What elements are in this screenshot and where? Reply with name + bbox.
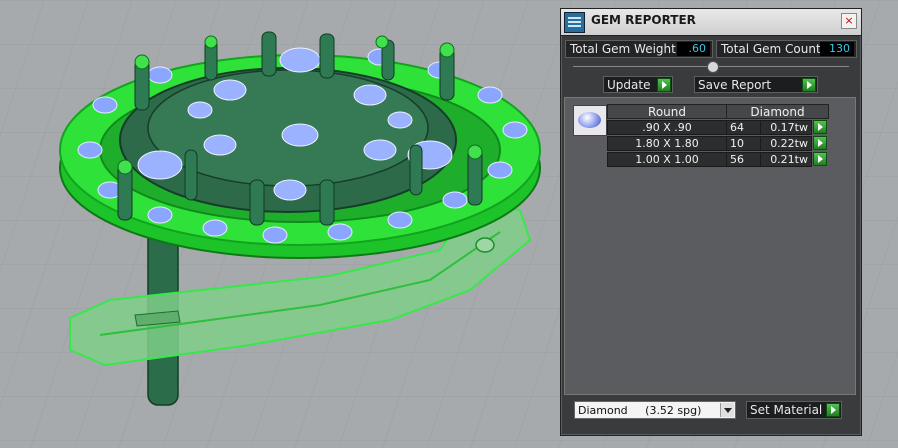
column-header-cut: Round <box>607 104 727 119</box>
row-select-button[interactable] <box>813 152 827 166</box>
total-gem-weight-value: .60 <box>677 42 710 56</box>
gem-reporter-panel: GEM REPORTER × Total Gem Weight .60 Tota… <box>560 8 862 436</box>
row-size: 1.00 X 1.00 <box>607 152 727 167</box>
round-gem-icon[interactable] <box>573 105 607 136</box>
row-size: .90 X .90 <box>607 120 727 135</box>
row-count: 56 <box>726 152 761 167</box>
row-select-button[interactable] <box>813 136 827 150</box>
update-button-label: Update <box>607 78 651 92</box>
row-size: 1.80 X 1.80 <box>607 136 727 151</box>
chevron-down-icon[interactable] <box>720 403 734 417</box>
save-report-button-label: Save Report <box>698 78 772 92</box>
shank-hole <box>475 237 495 253</box>
row-weight: 0.21tw <box>760 152 812 167</box>
row-weight: 0.22tw <box>760 136 812 151</box>
play-arrow-icon <box>657 78 671 92</box>
row-count: 10 <box>726 136 761 151</box>
collapse-handle[interactable] <box>707 61 719 73</box>
play-arrow-icon <box>802 78 816 92</box>
gem-reporter-app-icon <box>564 12 585 33</box>
row-count: 64 <box>726 120 761 135</box>
panel-titlebar[interactable]: GEM REPORTER × <box>561 9 861 36</box>
gem-list-area[interactable]: Round Diamond .90 X .90 64 0.17tw 1.80 X… <box>564 97 856 395</box>
row-weight: 0.17tw <box>760 120 812 135</box>
play-arrow-icon <box>826 403 840 417</box>
material-dropdown-value: Diamond (3.52 spg) <box>578 404 702 417</box>
material-dropdown[interactable]: Diamond (3.52 spg) <box>574 401 736 419</box>
set-material-button-label: Set Material <box>750 403 823 417</box>
column-header-material: Diamond <box>726 104 829 119</box>
row-select-button[interactable] <box>813 120 827 134</box>
save-report-button[interactable]: Save Report <box>694 76 818 93</box>
close-icon[interactable]: × <box>841 13 857 29</box>
total-gem-count-value: 130 <box>820 42 854 56</box>
set-material-button[interactable]: Set Material <box>746 401 842 419</box>
update-button[interactable]: Update <box>603 76 673 93</box>
panel-title: GEM REPORTER <box>591 13 696 27</box>
